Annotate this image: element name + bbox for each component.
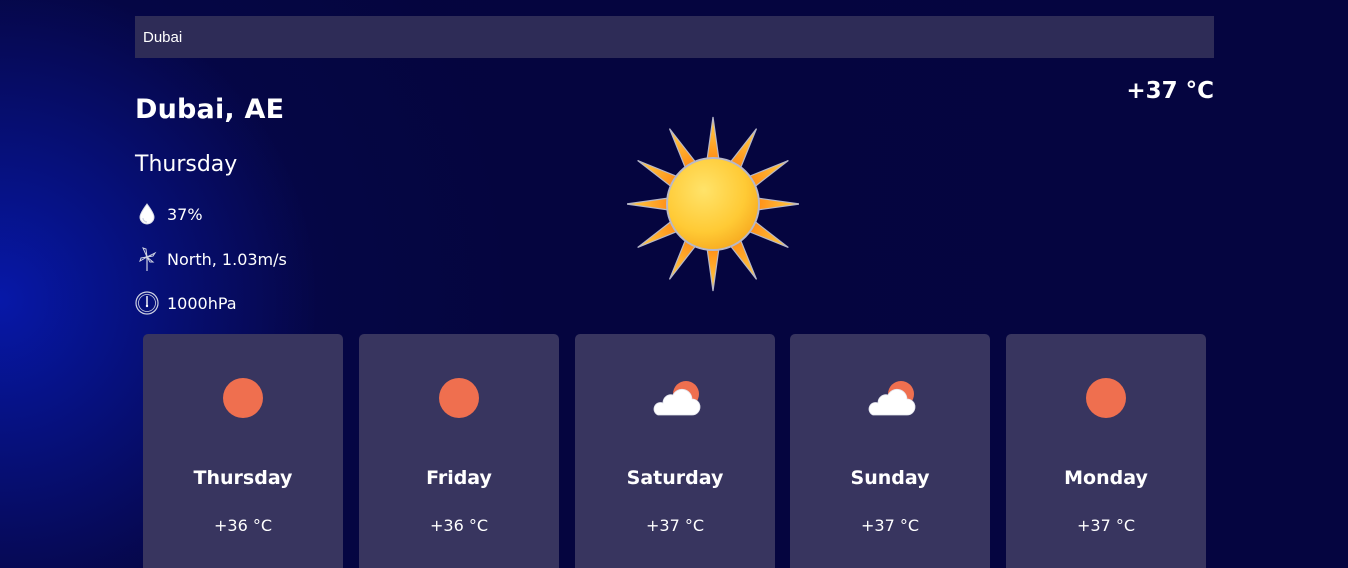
- forecast-temperature: +36 °C: [213, 516, 273, 535]
- sun-icon: [429, 376, 489, 420]
- pressure-row: 1000hPa: [135, 291, 237, 315]
- forecast-card: Friday +36 °C: [359, 334, 559, 568]
- pressure-value: 1000hPa: [167, 293, 237, 313]
- forecast-list: Thursday +36 °C Friday +36 °C Saturday +…: [143, 334, 1206, 568]
- forecast-card: Saturday +37 °C: [575, 334, 775, 568]
- current-temperature: +37 °C: [1126, 78, 1214, 104]
- forecast-day: Sunday: [850, 467, 930, 489]
- weather-app: Dubai, AE +37 °C Thursday 37% North, 1.0…: [135, 16, 1214, 568]
- forecast-temperature: +37 °C: [860, 516, 920, 535]
- sun-icon: [625, 116, 801, 292]
- partly-cloudy-icon: [645, 376, 705, 420]
- wind-value: North, 1.03m/s: [167, 249, 287, 269]
- forecast-temperature: +37 °C: [1076, 516, 1136, 535]
- partly-cloudy-icon: [860, 376, 920, 420]
- sun-icon: [1076, 376, 1136, 420]
- compass-gauge-icon: [135, 291, 159, 315]
- humidity-drop-icon: [135, 202, 159, 226]
- location-title: Dubai, AE: [135, 94, 285, 125]
- humidity-row: 37%: [135, 202, 203, 226]
- humidity-value: 37%: [167, 204, 203, 224]
- city-search-input[interactable]: [135, 16, 1214, 58]
- current-day: Thursday: [135, 152, 238, 177]
- forecast-day: Saturday: [626, 467, 724, 489]
- forecast-day: Friday: [426, 467, 492, 489]
- forecast-temperature: +36 °C: [429, 516, 489, 535]
- forecast-card: Sunday +37 °C: [790, 334, 990, 568]
- forecast-card: Monday +37 °C: [1006, 334, 1206, 568]
- forecast-card: Thursday +36 °C: [143, 334, 343, 568]
- wind-turbine-icon: [135, 247, 159, 271]
- wind-row: North, 1.03m/s: [135, 247, 287, 271]
- forecast-temperature: +37 °C: [645, 516, 705, 535]
- sun-icon: [213, 376, 273, 420]
- forecast-day: Thursday: [193, 467, 293, 489]
- forecast-day: Monday: [1064, 467, 1148, 489]
